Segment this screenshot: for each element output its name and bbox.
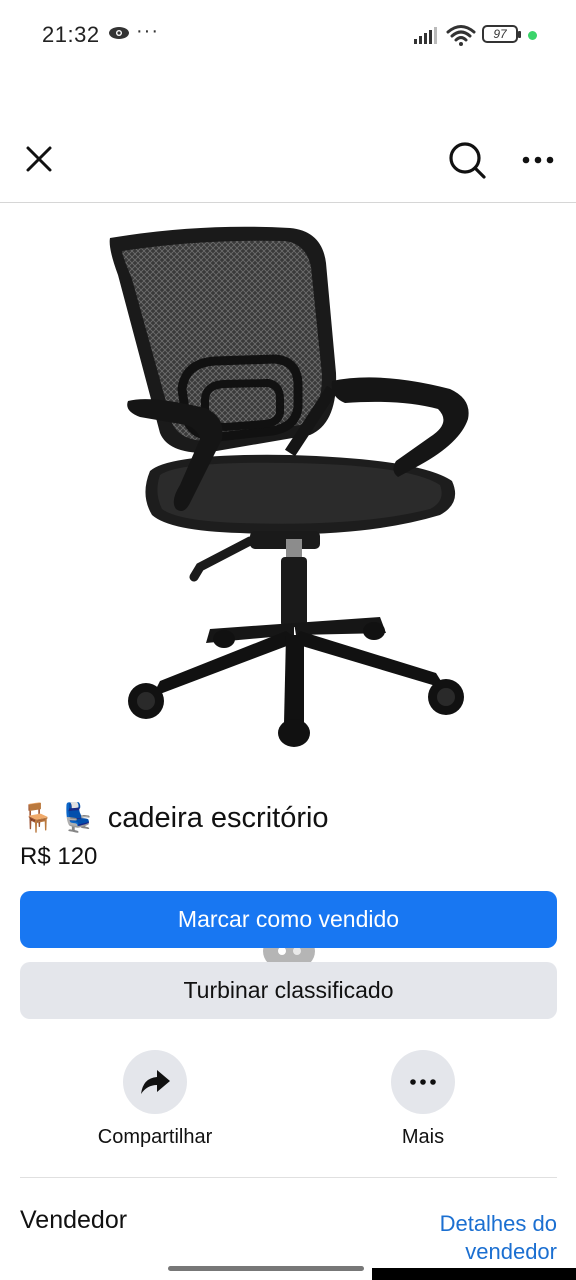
status-time: 21:32 bbox=[42, 22, 100, 47]
top-nav bbox=[0, 120, 576, 203]
listing-title: 🪑 💺 cadeira escritório bbox=[20, 798, 329, 838]
more-label: Mais bbox=[401, 1126, 445, 1148]
more-action[interactable]: Mais bbox=[378, 1050, 468, 1149]
chair-emoji: 🪑 bbox=[20, 801, 55, 834]
mark-as-sold-button[interactable]: Marcar como vendido bbox=[20, 891, 557, 948]
share-icon[interactable] bbox=[123, 1050, 187, 1114]
listing-title-text: cadeira escritório bbox=[107, 801, 329, 834]
battery-icon: 97 bbox=[482, 25, 521, 43]
more-horizontal-icon[interactable] bbox=[391, 1050, 455, 1114]
seller-details-link[interactable]: Detalhes do vendedor bbox=[405, 1210, 557, 1266]
share-label: Compartilhar bbox=[97, 1126, 213, 1148]
product-photo[interactable] bbox=[0, 203, 576, 968]
divider bbox=[20, 1177, 557, 1178]
search-icon[interactable] bbox=[446, 139, 488, 181]
listing-price: R$ 120 bbox=[20, 843, 98, 870]
home-indicator[interactable] bbox=[168, 1266, 364, 1271]
signal-icon bbox=[414, 26, 442, 49]
status-bar: 21:32 ··· 97 bbox=[0, 0, 576, 72]
share-action[interactable]: Compartilhar bbox=[92, 1050, 218, 1149]
bottom-bar bbox=[372, 1268, 576, 1280]
seat-emoji: 💺 bbox=[60, 801, 96, 834]
eye-icon bbox=[108, 26, 130, 45]
seller-heading: Vendedor bbox=[20, 1206, 128, 1234]
status-indicator-dot bbox=[528, 31, 537, 40]
close-icon[interactable] bbox=[20, 140, 58, 178]
office-chair-image bbox=[109, 226, 469, 747]
pager-dot bbox=[277, 947, 286, 955]
more-icon[interactable] bbox=[518, 140, 558, 180]
boost-listing-button[interactable]: Turbinar classificado bbox=[20, 962, 557, 1019]
pager-dot bbox=[292, 947, 301, 955]
wifi-icon bbox=[446, 24, 476, 51]
status-more-dots: ··· bbox=[136, 20, 159, 42]
